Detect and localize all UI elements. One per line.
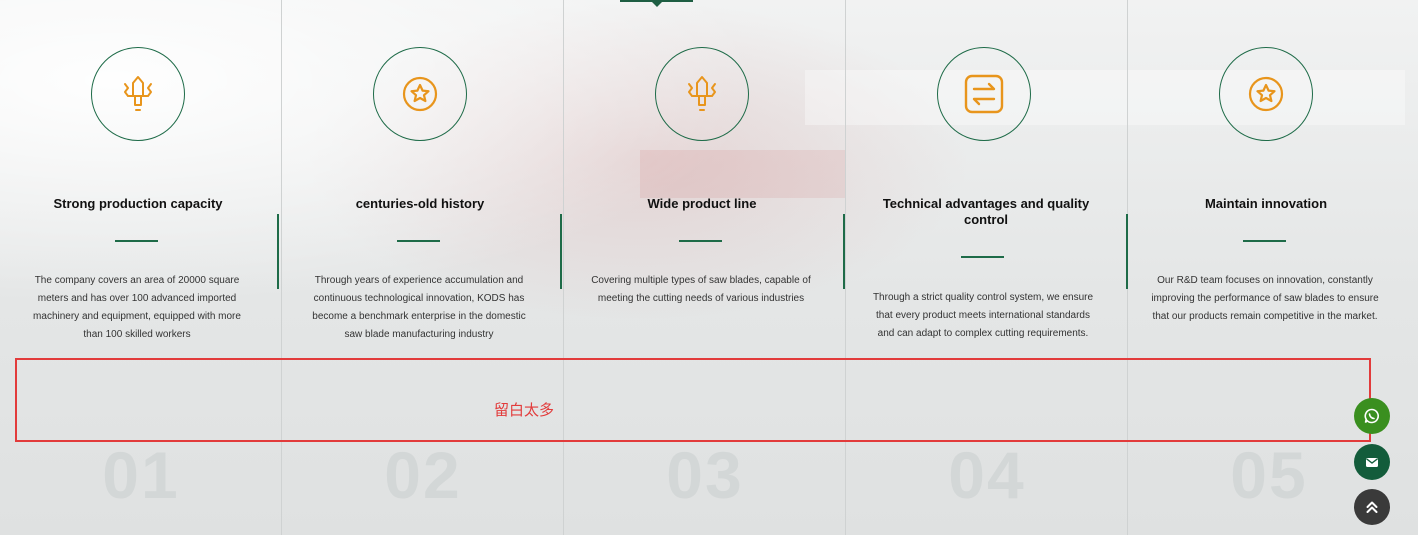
column-separator (843, 214, 845, 289)
annotation-label: 留白太多 (494, 402, 555, 419)
feature-description: Through a strict quality control system,… (872, 292, 1094, 339)
feature-description: Our R&D team focuses on innovation, cons… (1151, 275, 1379, 322)
feature-title: Wide product line (647, 196, 757, 211)
back-to-top-button[interactable] (1354, 489, 1390, 525)
feature-icon-circle (373, 47, 467, 141)
feature-title: centuries-old history (355, 196, 485, 211)
feature-number: 01 (102, 438, 180, 512)
feature-icon-circle (91, 47, 185, 141)
feature-card-4: Technical advantages and quality control… (846, 0, 1128, 535)
feature-number: 02 (384, 438, 462, 512)
column-separator (277, 214, 279, 289)
whatsapp-button[interactable] (1354, 398, 1390, 434)
column-separator (560, 214, 562, 289)
feature-title: Maintain innovation (1204, 196, 1328, 211)
feature-icon-circle (937, 47, 1031, 141)
exchange-icon (964, 74, 1004, 114)
mail-icon (1366, 458, 1378, 467)
feature-description: The company covers an area of 20000 squa… (33, 275, 241, 340)
column-separator (1126, 214, 1128, 289)
feature-card-1: Strong production capacity The company c… (0, 0, 282, 535)
feature-number: 03 (666, 438, 744, 512)
double-chevron-up-icon (1366, 501, 1378, 513)
sword-icon (688, 76, 716, 111)
feature-icon-circle (655, 47, 749, 141)
whatsapp-icon (1364, 408, 1379, 424)
feature-title: Strong production capacity (53, 196, 223, 211)
title-underline (1243, 240, 1286, 242)
star-badge-icon (1248, 76, 1284, 112)
star-badge-icon (402, 76, 438, 112)
feature-card-2: centuries-old history Through years of e… (282, 0, 564, 535)
annotation-box (15, 358, 1371, 442)
feature-icon-circle (1219, 47, 1313, 141)
title-underline (679, 240, 722, 242)
email-button[interactable] (1354, 444, 1390, 480)
title-underline (397, 240, 440, 242)
feature-card-3: Wide product line Covering multiple type… (564, 0, 846, 535)
feature-description: Covering multiple types of saw blades, c… (591, 275, 811, 304)
sword-icon (124, 76, 152, 111)
feature-number: 04 (948, 438, 1026, 512)
title-underline (961, 256, 1004, 258)
feature-title: Technical advantages and quality control (882, 196, 1090, 227)
title-underline (115, 240, 158, 242)
feature-description: Through years of experience accumulation… (312, 275, 526, 340)
